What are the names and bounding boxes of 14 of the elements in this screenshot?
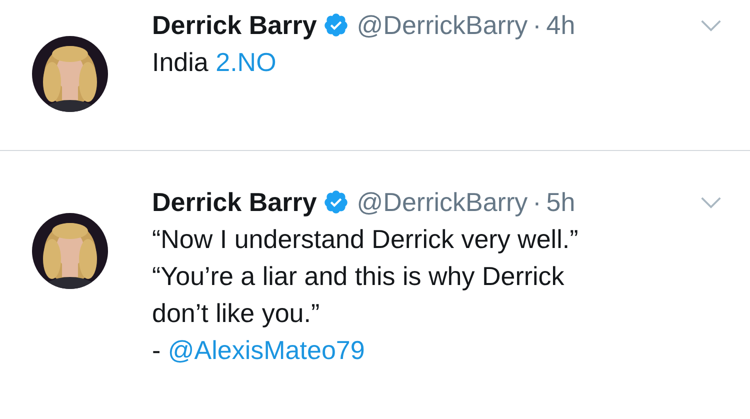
chevron-down-icon[interactable] [700,196,722,208]
user-handle[interactable]: @DerrickBarry [356,6,528,44]
tweet-time[interactable]: 5h [546,182,576,222]
separator-dot: · [532,8,542,42]
user-name[interactable]: Derrick Barry [152,182,317,222]
tweet-text: India 2.NO [152,46,278,79]
tweet-link[interactable]: @AlexisMateo79 [168,335,365,365]
separator-dot: · [532,186,542,218]
tweet-text: “Now I understand Derrick very well.” “You’re a liar and this is why Derrick don’t like you.” - @AlexisMateo79 [152,223,580,367]
user-handle[interactable]: @DerrickBarry [356,182,528,222]
tweet-link[interactable]: 2.NO [216,47,276,77]
tweet-time[interactable]: 4h [546,6,576,44]
user-name[interactable]: Derrick Barry [152,6,317,44]
chevron-down-icon[interactable] [700,18,722,32]
